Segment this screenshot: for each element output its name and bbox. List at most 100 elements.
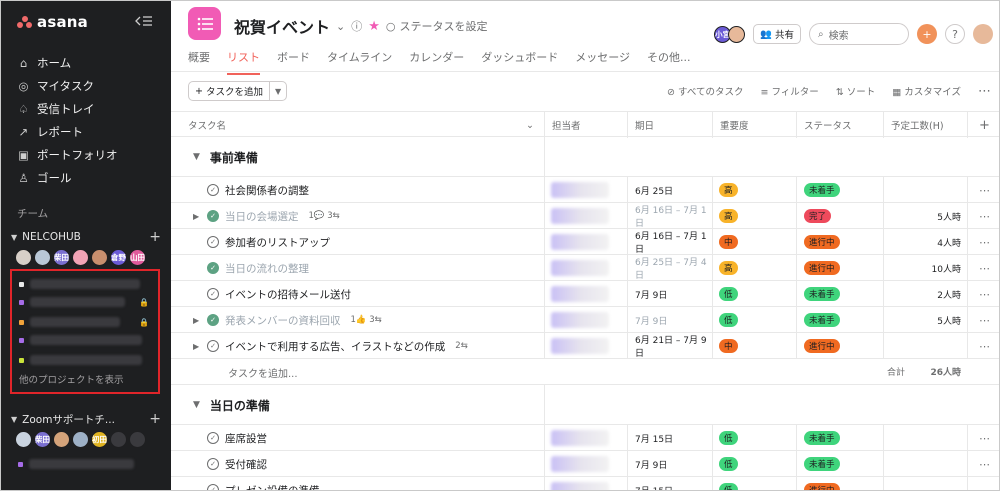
sidebar-item-2[interactable]: ♤ 受信トレイ — [1, 97, 171, 120]
chevron-down-icon[interactable]: ⌄ — [336, 20, 345, 33]
task-name-cell[interactable]: ✓ プレゼン設備の準備 — [171, 477, 544, 490]
status-cell[interactable]: 未着手 — [796, 307, 883, 333]
priority-cell[interactable]: 低 — [712, 307, 796, 333]
column-header-estimate[interactable]: 予定工数(H) — [883, 112, 967, 138]
collapse-sidebar-icon[interactable] — [135, 15, 153, 29]
estimate-cell[interactable]: 2人時 — [883, 281, 967, 307]
task-complete-checkbox[interactable]: ✓ — [207, 458, 219, 470]
priority-cell[interactable]: 低 — [712, 281, 796, 307]
section-header[interactable]: ▼ 事前準備 — [171, 137, 258, 177]
task-complete-checkbox[interactable]: ✓ — [207, 484, 219, 490]
estimate-cell[interactable] — [883, 425, 967, 451]
task-name-cell[interactable]: ✓ 座席設営 — [171, 425, 544, 451]
user-avatar[interactable] — [973, 24, 993, 44]
sidebar-item-0[interactable]: ⌂ ホーム — [1, 51, 171, 74]
table-row[interactable]: ✓ 社会関係者の調整 6月 25日高 未着手 ⋯ — [171, 177, 999, 203]
task-name-cell[interactable]: ✓ 参加者のリストアップ — [171, 229, 544, 255]
assignee-cell[interactable] — [544, 177, 627, 203]
sidebar-project[interactable] — [18, 459, 148, 469]
task-complete-checkbox[interactable]: ✓ — [207, 340, 219, 352]
table-row[interactable]: ✓ 座席設営 7月 15日低 未着手 ⋯ — [171, 425, 999, 451]
task-name-cell[interactable]: ✓ 受付確認 — [171, 451, 544, 477]
avatar[interactable]: 初田 — [91, 431, 108, 448]
caret-down-icon[interactable]: ▼ — [11, 415, 17, 424]
task-complete-checkbox[interactable]: ✓ — [207, 236, 219, 248]
caret-down-icon[interactable]: ▼ — [193, 152, 200, 162]
task-name[interactable]: 発表メンバーの資料回収 — [225, 313, 341, 328]
share-button[interactable]: 👥 共有 — [753, 24, 801, 44]
avatar[interactable] — [34, 249, 51, 266]
column-header-assignee[interactable]: 担当者 — [544, 112, 627, 138]
sidebar-project[interactable] — [19, 355, 149, 365]
task-complete-checkbox[interactable]: ✓ — [207, 210, 219, 222]
task-name[interactable]: 当日の流れの整理 — [225, 261, 309, 276]
avatar[interactable] — [15, 431, 32, 448]
due-date-cell[interactable]: 6月 25日 — [627, 177, 712, 203]
add-task-main[interactable]: + タスクを追加 — [189, 82, 270, 100]
sidebar-project[interactable]: 🔒 — [19, 297, 149, 307]
task-name-cell[interactable]: ▶ ✓ イベントで利用する広告、イラストなどの作成 2⇆ — [171, 333, 544, 359]
section-title[interactable]: 当日の準備 — [210, 397, 270, 414]
task-name[interactable]: 座席設営 — [225, 431, 267, 446]
due-date-cell[interactable]: 7月 9日 — [627, 451, 712, 477]
team-nelcohub[interactable]: ▼ NELCOHUB + — [11, 229, 161, 245]
section-title[interactable]: 事前準備 — [210, 149, 258, 166]
assignee-cell[interactable] — [544, 255, 627, 281]
caret-right-icon[interactable]: ▶ — [193, 316, 201, 325]
estimate-cell[interactable] — [883, 177, 967, 203]
task-name-cell[interactable]: ✓ イベントの招待メール送付 — [171, 281, 544, 307]
status-cell[interactable]: 進行中 — [796, 333, 883, 359]
caret-right-icon[interactable]: ▶ — [193, 342, 201, 351]
sidebar-item-4[interactable]: ▣ ポートフォリオ — [1, 143, 171, 166]
more-options-icon[interactable]: ⋯ — [967, 477, 999, 490]
add-icon[interactable]: + — [917, 24, 937, 44]
caret-down-icon[interactable]: ▼ — [11, 233, 17, 242]
star-icon[interactable]: ★ — [368, 19, 380, 34]
priority-cell[interactable]: 中 — [712, 333, 796, 359]
status-cell[interactable]: 進行中 — [796, 477, 883, 490]
status-cell[interactable]: 未着手 — [796, 177, 883, 203]
table-row[interactable]: ✓ 参加者のリストアップ 6月 16日 – 7月 1日中 進行中 4人時 ⋯ — [171, 229, 999, 255]
table-row[interactable]: ✓ 当日の流れの整理 6月 25日 – 7月 4日高 進行中 10人時 ⋯ — [171, 255, 999, 281]
add-task-button[interactable]: + タスクを追加 ▼ — [188, 81, 288, 101]
sidebar-item-3[interactable]: ↗ レポート — [1, 120, 171, 143]
avatar[interactable] — [110, 431, 127, 448]
priority-cell[interactable]: 低 — [712, 477, 796, 490]
column-header-priority[interactable]: 重要度 — [712, 112, 796, 138]
status-cell[interactable]: 進行中 — [796, 229, 883, 255]
priority-cell[interactable]: 高 — [712, 255, 796, 281]
status-cell[interactable]: 未着手 — [796, 425, 883, 451]
column-header-due[interactable]: 期日 — [627, 112, 712, 138]
due-date-cell[interactable]: 7月 15日 — [627, 477, 712, 490]
due-date-cell[interactable]: 7月 9日 — [627, 281, 712, 307]
estimate-cell[interactable] — [883, 477, 967, 490]
task-complete-checkbox[interactable]: ✓ — [207, 314, 219, 326]
avatar[interactable]: 柴田 — [34, 431, 51, 448]
table-row[interactable]: ▶ ✓ 発表メンバーの資料回収 1👍 3⇆ 7月 9日低 未着手 5人時 ⋯ — [171, 307, 999, 333]
avatar[interactable] — [53, 431, 70, 448]
task-name[interactable]: 当日の会場選定 — [225, 209, 299, 224]
task-name[interactable]: 参加者のリストアップ — [225, 235, 330, 250]
table-row[interactable]: ▶ ✓ 当日の会場選定 1💬 3⇆ 6月 16日 – 7月 1日高 完了 5人時 ⋯ — [171, 203, 999, 229]
assignee-cell[interactable] — [544, 281, 627, 307]
assignee-cell[interactable] — [544, 203, 627, 229]
project-list-icon[interactable] — [188, 7, 221, 40]
sidebar-item-1[interactable]: ◎ マイタスク — [1, 74, 171, 97]
estimate-cell[interactable]: 5人時 — [883, 203, 967, 229]
avatar[interactable] — [91, 249, 108, 266]
priority-cell[interactable]: 高 — [712, 203, 796, 229]
caret-down-icon[interactable]: ▼ — [193, 400, 200, 410]
set-status-button[interactable]: ○ ステータスを設定 — [386, 18, 488, 34]
avatar[interactable]: 山田 — [129, 249, 146, 266]
assignee-cell[interactable] — [544, 229, 627, 255]
column-header-name[interactable]: タスク名 ⌄ — [171, 112, 544, 138]
more-options-icon[interactable]: ⋯ — [967, 281, 999, 307]
add-column-icon[interactable]: + — [967, 112, 999, 138]
task-name-cell[interactable]: ▶ ✓ 当日の会場選定 1💬 3⇆ — [171, 203, 544, 229]
table-row[interactable]: ✓ プレゼン設備の準備 7月 15日低 進行中 ⋯ — [171, 477, 999, 490]
status-cell[interactable]: 進行中 — [796, 255, 883, 281]
task-name[interactable]: イベントで利用する広告、イラストなどの作成 — [225, 339, 445, 354]
priority-cell[interactable]: 高 — [712, 177, 796, 203]
table-row[interactable]: ✓ 受付確認 7月 9日低 未着手 ⋯ — [171, 451, 999, 477]
assignee-cell[interactable] — [544, 425, 627, 451]
